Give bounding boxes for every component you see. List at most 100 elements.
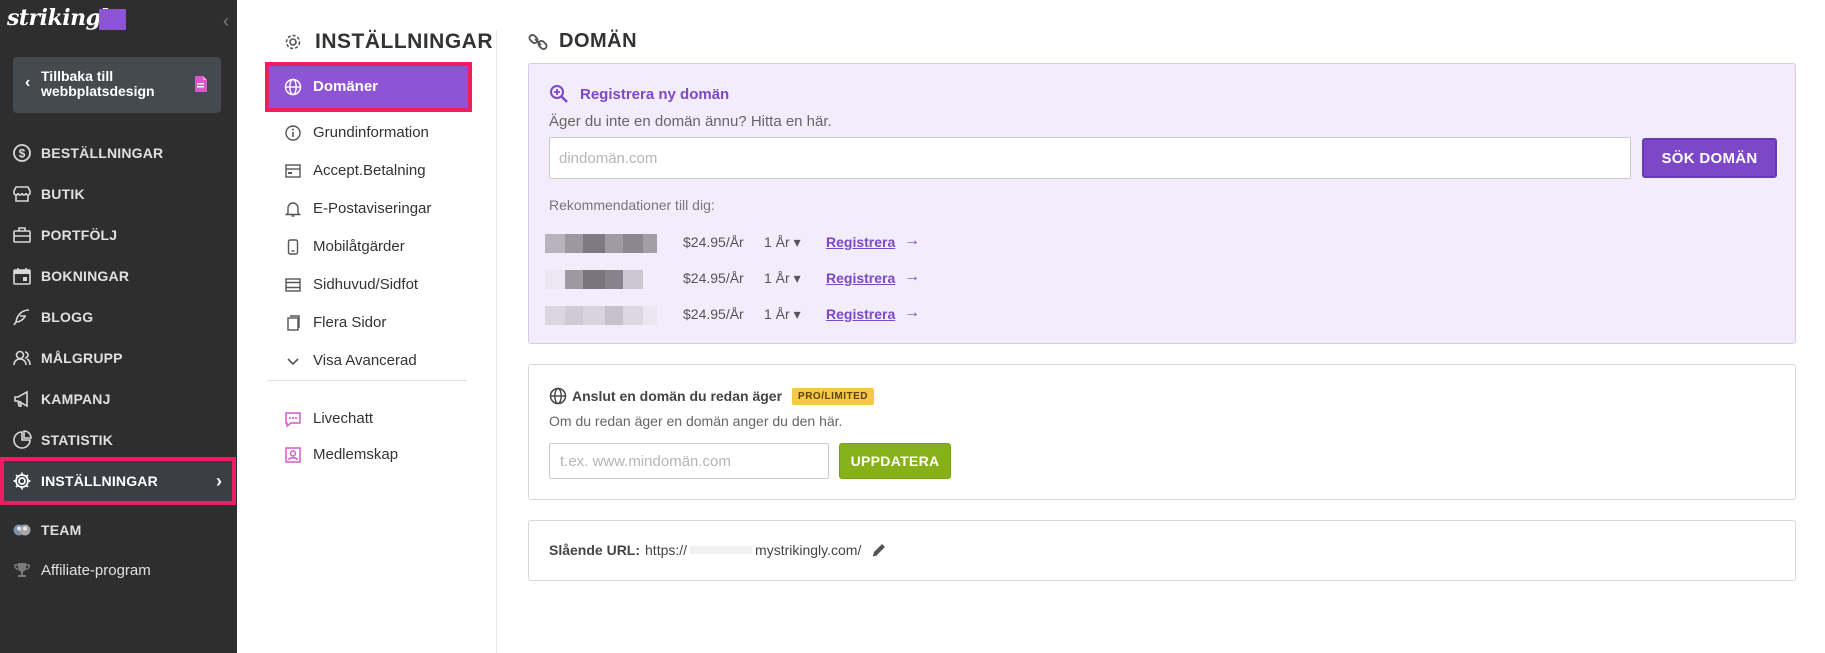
blurred-domain-name bbox=[545, 306, 657, 325]
strikingly-url-line: Slående URL: https:// mystrikingly.com/ bbox=[549, 542, 887, 558]
period-value: 1 År bbox=[764, 270, 790, 286]
pencil-icon[interactable] bbox=[871, 542, 887, 558]
sidebar-item-blog[interactable]: BLOGG bbox=[0, 297, 237, 337]
register-link[interactable]: Registrera bbox=[826, 270, 895, 286]
sidebar-item-label: BUTIK bbox=[41, 186, 85, 202]
sidebar-item-bookings[interactable]: BOKNINGAR bbox=[0, 256, 237, 296]
arrow-right-icon: → bbox=[904, 304, 920, 321]
sidebar-item-label: BOKNINGAR bbox=[41, 268, 130, 284]
search-plus-icon bbox=[550, 85, 568, 103]
recommendations-label: Rekommendationer till dig: bbox=[549, 197, 715, 213]
recommendation-price: $24.95/År bbox=[683, 306, 744, 322]
settings-item-domains[interactable]: Domäner bbox=[265, 62, 472, 112]
sidebar-item-label: TEAM bbox=[41, 522, 82, 538]
sidebar-item-store[interactable]: BUTIK bbox=[0, 174, 237, 214]
pie-chart-icon bbox=[12, 430, 32, 450]
settings-item-label: E-Postaviseringar bbox=[313, 200, 432, 217]
period-dropdown[interactable]: 1 År ▾ bbox=[764, 270, 801, 287]
settings-item-email-notifications[interactable]: E-Postaviseringar bbox=[267, 190, 467, 228]
left-sidebar: strikingly ‹ ‹ Tillbaka till webbplatsde… bbox=[0, 0, 237, 653]
own-domain-input[interactable] bbox=[549, 443, 829, 479]
settings-item-basic-info[interactable]: Grundinformation bbox=[267, 114, 467, 152]
settings-item-label: Grundinformation bbox=[313, 124, 429, 141]
sidebar-item-statistics[interactable]: STATISTIK bbox=[0, 420, 237, 460]
store-icon bbox=[12, 184, 32, 204]
register-domain-card: Registrera ny domän Äger du inte en domä… bbox=[528, 63, 1796, 344]
back-button-label: Tillbaka till webbplatsdesign bbox=[41, 68, 155, 99]
team-icon bbox=[12, 520, 32, 540]
sidebar-item-team[interactable]: TEAM bbox=[0, 510, 237, 550]
register-domain-title: Registrera ny domän bbox=[580, 85, 730, 103]
trophy-icon bbox=[12, 560, 32, 580]
search-domain-button[interactable]: SÖK DOMÄN bbox=[1642, 138, 1777, 178]
period-value: 1 År bbox=[764, 306, 790, 322]
url-label: Slående URL: bbox=[549, 542, 641, 558]
blurred-domain-name bbox=[545, 270, 643, 289]
calendar-icon bbox=[12, 266, 32, 286]
payment-icon bbox=[284, 162, 302, 180]
sidebar-item-label: MÅLGRUPP bbox=[41, 350, 123, 366]
page-title: DOMÄN bbox=[559, 30, 638, 52]
back-to-site-design-button[interactable]: ‹ Tillbaka till webbplatsdesign bbox=[13, 57, 221, 113]
membership-icon bbox=[284, 446, 302, 464]
sidebar-item-label: BESTÄLLNINGAR bbox=[41, 145, 164, 161]
settings-item-header-footer[interactable]: Sidhuvud/Sidfot bbox=[267, 266, 467, 304]
site-color-swatch bbox=[99, 9, 126, 30]
recommendation-price: $24.95/År bbox=[683, 234, 744, 250]
sidebar-item-label: PORTFÖLJ bbox=[41, 227, 118, 243]
connect-domain-card: Anslut en domän du redan äger PRO/LIMITE… bbox=[528, 364, 1796, 500]
settings-item-label: Visa Avancerad bbox=[313, 352, 417, 369]
users-icon bbox=[12, 348, 32, 368]
chevron-left-icon: ‹ bbox=[25, 74, 31, 91]
chevron-right-icon: › bbox=[216, 471, 222, 491]
settings-item-label: Mobilåtgärder bbox=[313, 238, 405, 255]
gear-icon bbox=[285, 34, 301, 50]
period-dropdown[interactable]: 1 År ▾ bbox=[764, 234, 801, 251]
period-dropdown[interactable]: 1 År ▾ bbox=[764, 306, 801, 323]
settings-item-label: Domäner bbox=[313, 78, 379, 95]
url-suffix: mystrikingly.com/ bbox=[755, 542, 862, 558]
mobile-icon bbox=[284, 238, 302, 256]
settings-divider bbox=[267, 380, 467, 381]
collapse-sidebar-button[interactable]: ‹ bbox=[219, 12, 233, 30]
recommendation-price: $24.95/År bbox=[683, 270, 744, 286]
globe-icon bbox=[284, 78, 302, 96]
sidebar-item-affiliate[interactable]: Affiliate-program bbox=[0, 550, 237, 590]
register-domain-header: Registrera ny domän bbox=[549, 84, 729, 104]
settings-item-label: Medlemskap bbox=[313, 446, 399, 463]
connect-domain-title: Anslut en domän du redan äger bbox=[572, 388, 783, 404]
sidebar-item-label: STATISTIK bbox=[41, 432, 114, 448]
sidebar-item-label: INSTÄLLNINGAR bbox=[41, 473, 158, 489]
sidebar-item-portfolio[interactable]: PORTFÖLJ bbox=[0, 215, 237, 255]
domain-search-input[interactable] bbox=[549, 137, 1631, 179]
megaphone-icon bbox=[12, 389, 32, 409]
settings-item-multiple-pages[interactable]: Flera Sidor bbox=[267, 304, 467, 342]
settings-item-membership[interactable]: Medlemskap bbox=[267, 436, 467, 474]
recommendation-row: $24.95/År 1 År ▾ Registrera → bbox=[545, 267, 945, 291]
connect-domain-subtitle: Om du redan äger en domän anger du den h… bbox=[549, 413, 843, 429]
period-value: 1 År bbox=[764, 234, 790, 250]
sidebar-item-campaign[interactable]: KAMPANJ bbox=[0, 379, 237, 419]
settings-header: INSTÄLLNINGAR bbox=[283, 30, 493, 54]
globe-icon bbox=[549, 387, 567, 405]
settings-item-mobile-actions[interactable]: Mobilåtgärder bbox=[267, 228, 467, 266]
settings-item-label: Sidhuvud/Sidfot bbox=[313, 276, 419, 293]
gear-icon bbox=[12, 471, 32, 491]
arrow-right-icon: → bbox=[904, 232, 920, 249]
layout-icon bbox=[284, 276, 302, 294]
recommendation-row: $24.95/År 1 År ▾ Registrera → bbox=[545, 303, 945, 327]
dollar-circle-icon: $ bbox=[12, 143, 32, 163]
sidebar-item-label: Affiliate-program bbox=[41, 562, 151, 579]
sidebar-item-audience[interactable]: MÅLGRUPP bbox=[0, 338, 237, 378]
register-link[interactable]: Registrera bbox=[826, 234, 895, 250]
domain-header: DOMÄN bbox=[527, 30, 637, 53]
settings-item-label: Flera Sidor bbox=[313, 314, 387, 331]
settings-item-livechat[interactable]: Livechatt bbox=[267, 400, 467, 438]
sidebar-item-settings[interactable]: INSTÄLLNINGAR › bbox=[0, 457, 236, 505]
sidebar-item-orders[interactable]: $ BESTÄLLNINGAR bbox=[0, 133, 237, 173]
update-button[interactable]: UPPDATERA bbox=[839, 443, 951, 479]
register-link[interactable]: Registrera bbox=[826, 306, 895, 322]
sidebar-item-label: BLOGG bbox=[41, 309, 94, 325]
settings-item-show-advanced[interactable]: Visa Avancerad bbox=[267, 342, 467, 380]
settings-item-payments[interactable]: Accept.Betalning bbox=[267, 152, 467, 190]
